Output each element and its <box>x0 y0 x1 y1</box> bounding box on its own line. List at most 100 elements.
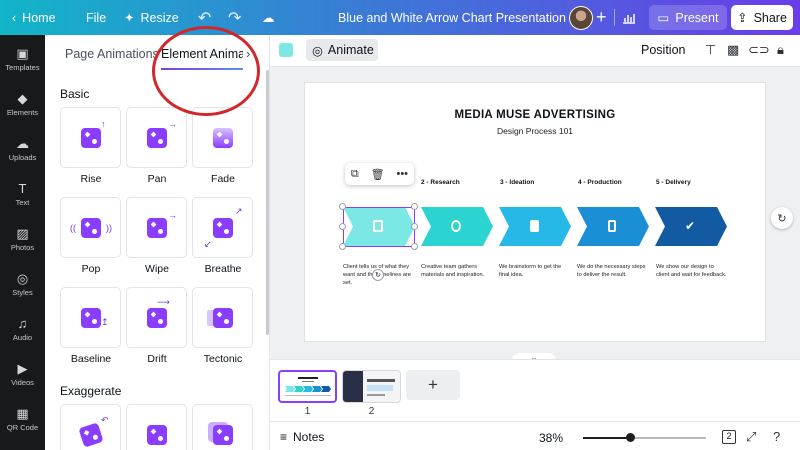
rail-label: Templates <box>5 62 40 72</box>
rail-item-elements[interactable]: ◆ Elements <box>0 82 45 126</box>
rail-item-qr-code[interactable]: ▦ QR Code <box>0 397 45 441</box>
animation-card[interactable] <box>126 404 187 450</box>
step-heading[interactable]: 4 - Production <box>578 179 622 186</box>
rail-item-videos[interactable]: ▶ Videos <box>0 352 45 396</box>
shapes-icon <box>147 425 167 445</box>
long-arrow-right-icon: ⟶ <box>157 297 170 307</box>
resize-handle[interactable] <box>411 223 418 230</box>
slide-subtitle[interactable]: Design Process 101 <box>305 126 765 136</box>
animation-card-baseline[interactable]: ↥ <box>60 287 121 348</box>
mobile-icon <box>605 219 619 233</box>
animation-card-pop[interactable]: (( )) <box>60 197 121 258</box>
animation-label: Breathe <box>204 263 242 275</box>
animation-card-wipe[interactable]: → <box>126 197 187 258</box>
notes-button[interactable]: ≡ Notes <box>280 430 324 444</box>
divider <box>614 9 615 26</box>
refresh-suggestions-icon[interactable]: ↻ <box>771 207 793 229</box>
animate-button[interactable]: ◎ Animate <box>306 39 378 61</box>
animation-card-fade[interactable] <box>192 107 253 168</box>
fullscreen-icon[interactable]: ⤢ <box>746 429 756 445</box>
animation-card-drift[interactable]: ⟶ <box>126 287 187 348</box>
top-bar: ‹ Home File ✦ Resize ↶ ↷ ☁ Blue and Whit… <box>0 0 800 35</box>
rail-item-text[interactable]: T Text <box>0 172 45 216</box>
step-description[interactable]: We show our design to client and wait fo… <box>656 263 728 279</box>
step-description[interactable]: We do the necessary steps to deliver the… <box>577 263 649 279</box>
link-icon[interactable]: ⊂⊃ <box>748 42 770 58</box>
animation-card[interactable] <box>192 404 253 450</box>
shapes-icon <box>213 218 233 238</box>
resize-handle[interactable] <box>411 203 418 210</box>
animation-card-pan[interactable]: → <box>126 107 187 168</box>
lock-icon[interactable]: 🔒︎ <box>777 42 784 58</box>
step-heading[interactable]: 5 - Delivery <box>656 179 691 186</box>
home-button[interactable]: ‹ Home <box>12 0 56 35</box>
shapes-icon <box>213 128 233 148</box>
slide-title[interactable]: MEDIA MUSE ADVERTISING <box>305 109 765 121</box>
styles-icon: ◎ <box>16 270 29 286</box>
add-collaborator-icon[interactable]: + <box>596 0 607 35</box>
shapes-icon <box>213 425 233 445</box>
rail-item-uploads[interactable]: ☁ Uploads <box>0 127 45 171</box>
present-button[interactable]: ▭ Present <box>649 5 727 30</box>
zoom-slider-fill <box>583 437 630 439</box>
zoom-slider[interactable] <box>583 433 706 442</box>
pages-strip: 1 2 + <box>270 359 800 421</box>
arrow-right-icon: → <box>168 119 177 129</box>
rail-item-templates[interactable]: ▣ Templates <box>0 37 45 81</box>
help-icon[interactable]: ? <box>773 429 780 444</box>
cloud-saved-icon[interactable]: ☁ <box>262 0 275 35</box>
rail-item-audio[interactable]: ♫ Audio <box>0 307 45 351</box>
animation-card[interactable]: ↶ <box>60 404 121 450</box>
shapes-icon <box>81 308 101 328</box>
zoom-slider-knob[interactable] <box>626 433 635 442</box>
step-heading[interactable]: 2 - Research <box>421 179 460 186</box>
color-swatch[interactable] <box>279 43 293 57</box>
zoom-level[interactable]: 38% <box>539 431 563 445</box>
videos-icon: ▶ <box>17 360 28 376</box>
step-description[interactable]: We brainstorm to get the final idea. <box>499 263 571 279</box>
more-icon[interactable]: ••• <box>396 168 408 180</box>
page-thumbnail[interactable] <box>342 370 401 403</box>
rail-label: Text <box>15 197 30 207</box>
selection-box[interactable] <box>343 207 415 247</box>
resize-handle[interactable] <box>411 243 418 250</box>
file-menu[interactable]: File <box>86 0 106 35</box>
transparency-icon[interactable]: ▩ <box>727 42 739 58</box>
animate-label: Animate <box>327 43 374 57</box>
panel-scrollbar[interactable] <box>266 70 269 335</box>
slide[interactable]: MEDIA MUSE ADVERTISING Design Process 10… <box>305 83 765 341</box>
avatar[interactable] <box>569 0 593 35</box>
highlight-circle <box>152 26 260 116</box>
shapes-icon <box>78 422 104 448</box>
page-thumbnail[interactable] <box>278 370 337 403</box>
step-heading[interactable]: 3 - Ideation <box>500 179 534 186</box>
animation-card-tectonic[interactable] <box>192 287 253 348</box>
paint-roller-icon[interactable]: ⊤ <box>705 42 716 58</box>
document-title[interactable]: Blue and White Arrow Chart Presentation <box>338 0 566 35</box>
step-description[interactable]: Creative team gathers materials and insp… <box>421 263 493 279</box>
add-page-button[interactable]: + <box>406 370 460 400</box>
uploads-icon: ☁ <box>16 135 29 151</box>
animate-icon: ◎ <box>312 43 323 58</box>
rail-item-styles[interactable]: ◎ Styles <box>0 262 45 306</box>
animation-card-rise[interactable]: ↑ <box>60 107 121 168</box>
tab-page-animations[interactable]: Page Animations <box>65 47 159 61</box>
expand-arrow-icon: ↗ <box>235 206 243 216</box>
resize-handle[interactable] <box>339 243 346 250</box>
page-number: 1 <box>304 406 311 417</box>
resize-handle[interactable] <box>339 223 346 230</box>
animation-card-breathe[interactable]: ↗ ↙ <box>192 197 253 258</box>
search-document-icon <box>449 219 463 233</box>
share-label: Share <box>753 10 787 25</box>
page-count[interactable]: 2 <box>722 430 736 444</box>
share-button[interactable]: ⇪ Share <box>731 5 793 30</box>
position-button[interactable]: Position <box>641 43 685 57</box>
shapes-icon <box>213 308 233 328</box>
rotate-handle-icon[interactable]: ↻ <box>372 269 384 281</box>
insights-icon[interactable] <box>622 0 636 35</box>
trash-icon[interactable]: 🗑︎ <box>371 168 385 181</box>
rail-item-photos[interactable]: ▨ Photos <box>0 217 45 261</box>
duplicate-icon[interactable]: ⧉ <box>351 168 359 181</box>
resize-handle[interactable] <box>339 203 346 210</box>
resize-button[interactable]: ✦ Resize <box>124 0 179 35</box>
